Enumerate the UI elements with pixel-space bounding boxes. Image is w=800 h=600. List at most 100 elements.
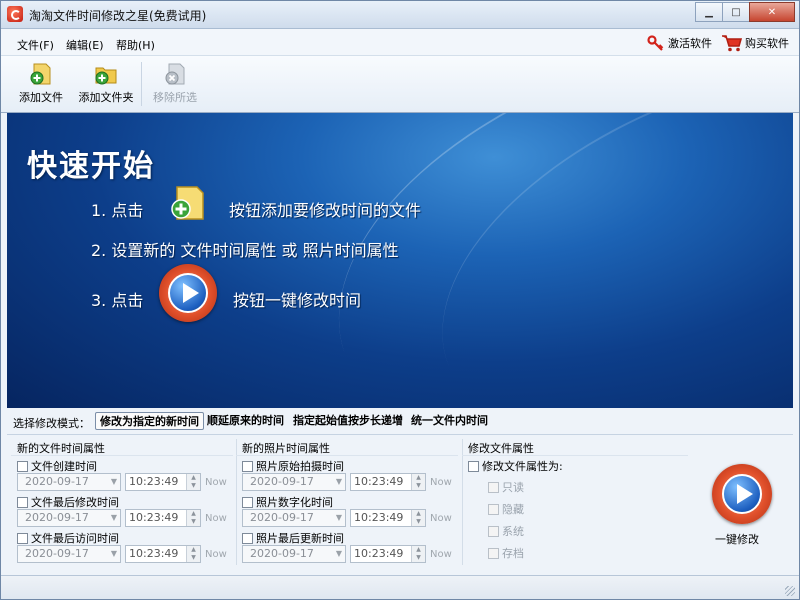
attr-archive-checkbox[interactable]: 存档: [488, 545, 524, 561]
tab-unify-time[interactable]: 统一文件内时间: [407, 412, 492, 430]
tab-shift-time[interactable]: 顺延原来的时间: [203, 412, 288, 430]
attributes-title: 修改文件属性: [468, 442, 534, 455]
photo-original-now[interactable]: Now: [430, 477, 452, 488]
checkbox: [488, 481, 499, 493]
file-accessed-checkbox[interactable]: 文件最后访问时间: [17, 530, 119, 546]
maximize-button[interactable]: □: [722, 2, 750, 22]
add-folder-label: 添加文件夹: [78, 91, 134, 104]
add-file-button[interactable]: 添加文件: [15, 60, 67, 108]
file-created-date[interactable]: 2020-09-17 ▼: [17, 473, 121, 491]
buy-button[interactable]: 购买软件: [721, 34, 789, 52]
photo-original-time[interactable]: 10:23:49 ▲ ▼: [350, 473, 426, 491]
step1-suffix: 按钮添加要修改时间的文件: [229, 201, 422, 220]
file-created-now[interactable]: Now: [205, 477, 227, 488]
attr-system-label: 系统: [502, 525, 524, 538]
time-value: 10:23:49: [354, 511, 404, 524]
add-file-label: 添加文件: [19, 91, 63, 104]
file-created-time[interactable]: 10:23:49 ▲ ▼: [125, 473, 201, 491]
time-value: 10:23:49: [129, 475, 179, 488]
step2-text: 2. 设置新的 文件时间属性 或 照片时间属性: [91, 241, 399, 260]
checkbox: [468, 460, 479, 472]
photo-digitized-now[interactable]: Now: [430, 513, 452, 524]
file-accessed-time[interactable]: 10:23:49 ▲ ▼: [125, 545, 201, 563]
checkbox: [242, 460, 253, 472]
time-value: 10:23:49: [354, 475, 404, 488]
tab-specified-time[interactable]: 修改为指定的新时间: [95, 412, 204, 430]
menu-edit[interactable]: 编辑(E): [66, 37, 104, 53]
attr-hidden-label: 隐藏: [502, 503, 524, 516]
tab-step-increment[interactable]: 指定起始值按步长递增: [289, 412, 407, 430]
step3-prefix: 3. 点击: [91, 291, 144, 310]
spinner-icon[interactable]: ▲ ▼: [411, 510, 425, 526]
checkbox: [17, 532, 28, 544]
photo-updated-checkbox[interactable]: 照片最后更新时间: [242, 530, 344, 546]
key-icon: [647, 35, 664, 51]
file-accessed-date[interactable]: 2020-09-17 ▼: [17, 545, 121, 563]
toolbar: 添加文件 添加文件夹 移除所选: [1, 56, 799, 113]
activate-label: 激活软件: [668, 37, 712, 50]
remove-file-icon: [162, 62, 188, 86]
step3-suffix: 按钮一键修改时间: [233, 291, 362, 310]
file-accessed-now[interactable]: Now: [205, 549, 227, 560]
date-value: 2020-09-17: [250, 511, 314, 524]
buy-label: 购买软件: [745, 37, 789, 50]
spinner-icon[interactable]: ▲ ▼: [411, 546, 425, 562]
add-folder-icon: [93, 62, 119, 86]
photo-original-checkbox[interactable]: 照片原始拍摄时间: [242, 458, 344, 474]
play-icon: [722, 474, 762, 514]
one-click-modify-label[interactable]: 一键修改: [715, 531, 759, 547]
checkbox: [17, 460, 28, 472]
add-file-icon: [28, 62, 54, 86]
resize-grip-icon[interactable]: [785, 586, 795, 596]
spinner-icon[interactable]: ▲ ▼: [186, 546, 200, 562]
file-modified-now[interactable]: Now: [205, 513, 227, 524]
photo-updated-now[interactable]: Now: [430, 549, 452, 560]
chevron-down-icon: ▼: [110, 549, 117, 558]
file-modified-time[interactable]: 10:23:49 ▲ ▼: [125, 509, 201, 527]
menu-file[interactable]: 文件(F): [17, 37, 54, 53]
photo-original-date[interactable]: 2020-09-17 ▼: [242, 473, 346, 491]
checkbox: [488, 525, 499, 537]
checkbox: [242, 496, 253, 508]
spinner-icon[interactable]: ▲ ▼: [186, 474, 200, 490]
spinner-icon[interactable]: ▲ ▼: [186, 510, 200, 526]
attr-readonly-label: 只读: [502, 481, 524, 494]
spinner-icon[interactable]: ▲ ▼: [411, 474, 425, 490]
photo-original-label: 照片原始拍摄时间: [256, 460, 344, 473]
time-value: 10:23:49: [129, 547, 179, 560]
chevron-down-icon: ▼: [110, 513, 117, 522]
photo-updated-time[interactable]: 10:23:49 ▲ ▼: [350, 545, 426, 563]
photo-digitized-label: 照片数字化时间: [256, 496, 333, 509]
modify-attributes-checkbox[interactable]: 修改文件属性为:: [468, 458, 563, 474]
photo-digitized-checkbox[interactable]: 照片数字化时间: [242, 494, 333, 510]
menu-help[interactable]: 帮助(H): [116, 37, 155, 53]
close-button[interactable]: ✕: [749, 2, 795, 22]
minimize-button[interactable]: ▁: [695, 2, 723, 22]
one-click-modify-button[interactable]: [712, 464, 772, 524]
photo-updated-date[interactable]: 2020-09-17 ▼: [242, 545, 346, 563]
file-created-checkbox[interactable]: 文件创建时间: [17, 458, 97, 474]
photo-digitized-time[interactable]: 10:23:49 ▲ ▼: [350, 509, 426, 527]
attr-archive-label: 存档: [502, 547, 524, 560]
quick-start-title: 快速开始: [27, 149, 155, 184]
step1-prefix: 1. 点击: [91, 201, 144, 220]
file-attributes-group: 修改文件属性 修改文件属性为: 只读 隐藏 系统 存档: [462, 437, 688, 567]
file-modified-date[interactable]: 2020-09-17 ▼: [17, 509, 121, 527]
group-divider: [11, 455, 233, 456]
photo-digitized-date[interactable]: 2020-09-17 ▼: [242, 509, 346, 527]
checkbox: [17, 496, 28, 508]
photo-updated-label: 照片最后更新时间: [256, 532, 344, 545]
date-value: 2020-09-17: [250, 475, 314, 488]
attr-hidden-checkbox[interactable]: 隐藏: [488, 501, 524, 517]
group-divider: [236, 455, 458, 456]
checkbox: [242, 532, 253, 544]
attr-readonly-checkbox[interactable]: 只读: [488, 479, 524, 495]
add-folder-button[interactable]: 添加文件夹: [75, 60, 137, 108]
date-value: 2020-09-17: [25, 511, 89, 524]
activate-button[interactable]: 激活软件: [647, 34, 712, 52]
remove-selected-button[interactable]: 移除所选: [149, 60, 201, 108]
cart-icon: [722, 35, 743, 52]
file-modified-checkbox[interactable]: 文件最后修改时间: [17, 494, 119, 510]
attr-system-checkbox[interactable]: 系统: [488, 523, 524, 539]
app-logo-icon: [7, 6, 23, 22]
